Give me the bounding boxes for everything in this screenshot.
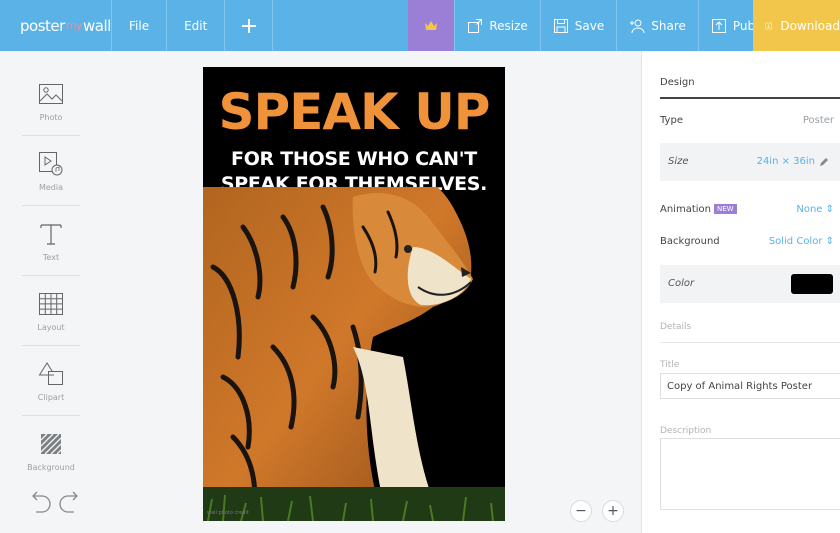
size-value: 24in × 36in [756,156,815,167]
media-icon [39,151,63,175]
top-toolbar: poster my wall File Edit Resize Save Share… [0,0,840,51]
size-label: Size [668,156,689,167]
details-label: Details [660,322,692,332]
background-icon [40,433,62,455]
sidebar-label-layout: Layout [37,322,65,332]
resize-icon [468,18,483,33]
size-row[interactable]: Size 24in × 36in [660,143,840,181]
logo-part-my: my [65,19,83,32]
tab-design[interactable]: Design [660,77,695,88]
sidebar-item-clipart[interactable]: Clipart [22,347,80,416]
left-sidebar: Photo Media Text Layout Clipart Backgrou… [0,51,102,533]
sidebar-label-media: Media [38,182,64,192]
design-canvas: SPEAK UP FOR THOSE WHO CAN'T SPEAK FOR T… [102,51,640,533]
poster[interactable]: SPEAK UP FOR THOSE WHO CAN'T SPEAK FOR T… [203,67,505,521]
share-button[interactable]: Share [616,0,698,51]
logo[interactable]: poster my wall [0,0,112,51]
layout-icon [39,292,63,315]
download-button[interactable]: Download [753,0,840,51]
sidebar-label-photo: Photo [39,112,63,122]
title-input[interactable]: Copy of Animal Rights Poster [660,373,840,399]
color-row: Color [660,265,840,303]
undo-redo-group [26,490,86,520]
resize-label: Resize [489,18,528,33]
file-menu[interactable]: File [112,0,168,51]
download-label: Download [780,18,840,33]
background-select[interactable]: Solid Color ⇕ [769,236,834,247]
sidebar-item-layout[interactable]: Layout [22,277,80,346]
size-value-group[interactable]: 24in × 36in [757,156,829,167]
edit-menu[interactable]: Edit [167,0,226,51]
download-icon [765,22,772,29]
resize-button[interactable]: Resize [454,0,539,51]
description-input[interactable] [660,438,840,510]
sidebar-item-photo[interactable]: Photo [22,67,80,136]
background-label: Background [660,236,720,247]
design-panel: Design Type Poster Size 24in × 36in Anim… [641,51,840,533]
clipart-icon [38,361,63,385]
logo-part-poster: poster [20,16,65,35]
poster-headline[interactable]: SPEAK UP [203,83,505,141]
description-label: Description [660,426,712,436]
sidebar-item-text[interactable]: Text [22,207,80,276]
animation-label: Animation [660,204,711,215]
sidebar-label-text: Text [42,252,60,262]
photo-credit: wall photo credit [207,510,249,516]
share-icon [630,19,645,33]
animation-label-group: Animation NEW [660,204,737,215]
zoom-out-button[interactable]: − [570,500,592,522]
details-divider [660,342,840,343]
save-label: Save [574,18,605,33]
crown-icon [425,21,438,30]
pencil-icon [820,157,828,166]
photo-icon [39,83,63,104]
text-icon [40,223,62,245]
type-label: Type [660,115,683,126]
animation-select[interactable]: None ⇕ [796,204,834,215]
tab-underline [660,97,840,99]
redo-icon[interactable] [58,490,84,516]
premium-button[interactable] [408,0,455,51]
sidebar-label-clipart: Clipart [37,392,65,402]
sidebar-label-background: Background [27,463,75,472]
new-badge: NEW [713,204,737,214]
save-icon [553,18,568,33]
tiger-photo[interactable] [203,187,505,521]
plus-icon [241,18,256,33]
undo-icon[interactable] [26,490,52,516]
logo-part-wall: wall [83,16,111,35]
add-button[interactable] [225,0,274,51]
save-button[interactable]: Save [539,0,616,51]
poster-subline-1: FOR THOSE WHO CAN'T [231,148,477,170]
color-label: Color [668,278,695,289]
sidebar-item-media[interactable]: Media [22,137,80,206]
color-swatch[interactable] [791,274,833,294]
share-label: Share [651,18,686,33]
type-value: Poster [802,115,834,126]
zoom-in-button[interactable]: + [602,500,624,522]
publish-icon [711,18,726,33]
title-label: Title [660,360,680,370]
sidebar-item-background[interactable]: Background [22,417,80,486]
